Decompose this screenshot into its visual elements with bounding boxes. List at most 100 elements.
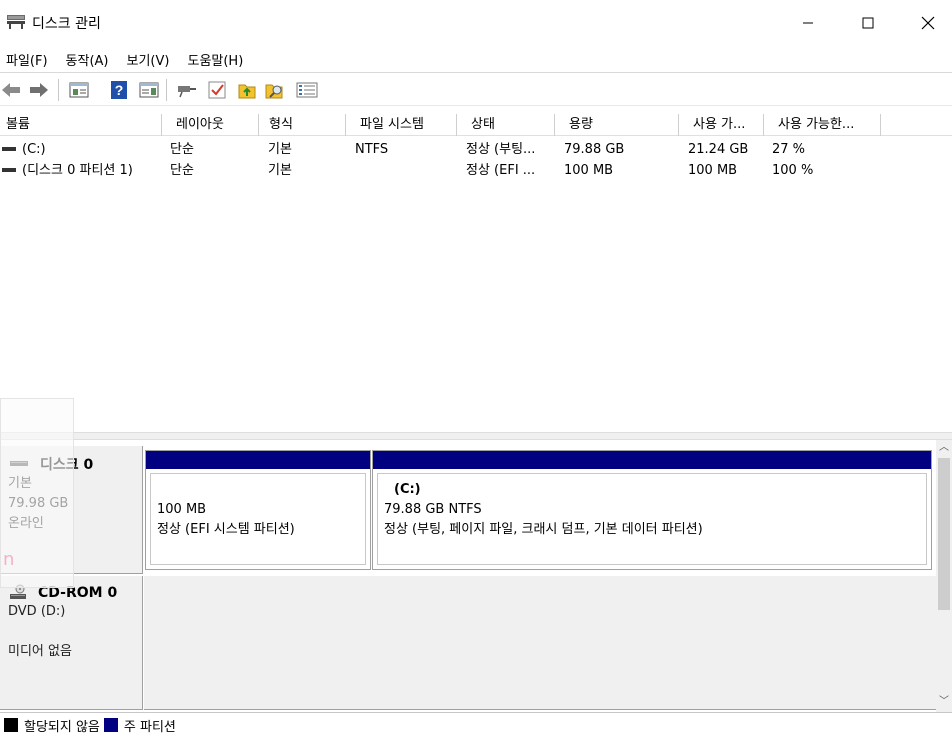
svg-text:?: ? bbox=[115, 82, 124, 98]
column-type[interactable]: 형식 bbox=[259, 114, 346, 136]
column-layout[interactable]: 레이아웃 bbox=[162, 114, 259, 136]
free-space-cell: 21.24 GB bbox=[688, 142, 749, 157]
volume-name: (디스크 0 파티션 1) bbox=[22, 163, 133, 178]
connect-icon bbox=[178, 86, 196, 98]
list-view-button[interactable] bbox=[296, 80, 318, 100]
column-free-space[interactable]: 사용 가... bbox=[679, 114, 764, 136]
export-icon bbox=[238, 84, 256, 99]
menu-view[interactable]: 보기(V) bbox=[127, 50, 170, 69]
volume-list: 볼륨 레이아웃 형식 파일 시스템 상태 용량 사용 가... 사용 가능한..… bbox=[0, 106, 952, 432]
search-button[interactable] bbox=[264, 80, 286, 100]
close-icon bbox=[921, 16, 935, 30]
show-action-pane-button[interactable] bbox=[138, 80, 160, 100]
layout-cell: 단순 bbox=[170, 142, 194, 157]
search-folder-icon bbox=[265, 84, 283, 99]
partition-efi[interactable]: 100 MB 정상 (EFI 시스템 파티션) bbox=[145, 450, 371, 570]
legend-label: 주 파티션 bbox=[123, 719, 176, 735]
ghost-text: n bbox=[3, 549, 15, 570]
export-button[interactable] bbox=[236, 80, 258, 100]
show-console-tree-button[interactable] bbox=[68, 80, 90, 100]
free-space-cell: 100 MB bbox=[688, 163, 738, 178]
menu-file[interactable]: 파일(F) bbox=[6, 50, 48, 69]
toolbar-separator bbox=[166, 79, 167, 101]
list-view-icon bbox=[296, 82, 318, 98]
overlay-remnant: n bbox=[0, 398, 74, 588]
percent-free-cell: 100 % bbox=[772, 163, 814, 178]
properties-panel-icon bbox=[139, 82, 159, 98]
back-button[interactable] bbox=[0, 80, 22, 100]
file-system-cell: NTFS bbox=[355, 142, 389, 157]
back-arrow-icon bbox=[2, 83, 20, 97]
cdrom-0-area[interactable] bbox=[144, 576, 936, 710]
maximize-button[interactable] bbox=[838, 0, 898, 46]
menu-help[interactable]: 도움말(H) bbox=[187, 50, 243, 69]
disk-map-scrollbar[interactable]: ︿ ﹀ bbox=[936, 440, 952, 712]
legend-primary-partition: 주 파티션 bbox=[103, 716, 176, 735]
menu-action[interactable]: 동작(A) bbox=[66, 50, 109, 69]
status-cell: 정상 (부팅... bbox=[466, 142, 536, 157]
window-title: 디스크 관리 bbox=[32, 16, 101, 32]
cdrom-drive: DVD (D:) bbox=[8, 604, 66, 619]
check-icon bbox=[208, 81, 226, 99]
partition-status: 정상 (부팅, 페이지 파일, 크래시 덤프, 기본 데이터 파티션) bbox=[384, 522, 703, 537]
cdrom-0-label[interactable]: CD-ROM 0 DVD (D:) 미디어 없음 bbox=[0, 576, 143, 710]
column-file-system[interactable]: 파일 시스템 bbox=[346, 114, 457, 136]
volume-icon bbox=[2, 167, 16, 172]
connect-button[interactable] bbox=[176, 80, 198, 100]
volume-name: (C:) bbox=[22, 142, 46, 157]
menu-bar: 파일(F) 동작(A) 보기(V) 도움말(H) bbox=[0, 47, 952, 71]
disk-map: 디스크 0 기본 79.98 GB 온라인 100 MB 정상 (EFI 시스템… bbox=[0, 440, 936, 712]
capacity-cell: 100 MB bbox=[564, 163, 614, 178]
primary-partition-bar bbox=[146, 451, 370, 469]
column-capacity[interactable]: 용량 bbox=[555, 114, 679, 136]
percent-free-cell: 27 % bbox=[772, 142, 806, 157]
legend-unallocated: 할당되지 않음 bbox=[4, 716, 100, 735]
partition-c[interactable]: (C:) 79.88 GB NTFS 정상 (부팅, 페이지 파일, 크래시 덤… bbox=[372, 450, 932, 570]
help-button[interactable]: ? bbox=[108, 80, 130, 100]
primary-partition-bar bbox=[373, 451, 931, 469]
forward-button[interactable] bbox=[28, 80, 50, 100]
scroll-down-icon[interactable]: ﹀ bbox=[936, 694, 952, 710]
minimize-icon bbox=[803, 22, 813, 24]
column-volume[interactable]: 볼륨 bbox=[0, 114, 162, 136]
legend-swatch bbox=[4, 718, 18, 732]
volume-name-cell: (디스크 0 파티션 1) bbox=[0, 161, 133, 181]
partition-size: 100 MB bbox=[157, 502, 207, 517]
capacity-cell: 79.88 GB bbox=[564, 142, 625, 157]
partition-c-body: (C:) 79.88 GB NTFS 정상 (부팅, 페이지 파일, 크래시 덤… bbox=[377, 473, 927, 565]
status-cell: 정상 (EFI ... bbox=[466, 163, 536, 178]
toolbar: ? bbox=[0, 72, 952, 106]
check-button[interactable] bbox=[206, 80, 228, 100]
table-row[interactable]: (디스크 0 파티션 1) 단순 기본 정상 (EFI ... 100 MB 1… bbox=[0, 161, 952, 181]
title-bar: 디스크 관리 bbox=[0, 0, 952, 46]
scroll-thumb[interactable] bbox=[938, 458, 950, 610]
maximize-icon bbox=[862, 17, 874, 29]
column-status[interactable]: 상태 bbox=[457, 114, 555, 136]
forward-arrow-icon bbox=[30, 83, 48, 97]
pane-splitter[interactable] bbox=[0, 432, 952, 440]
volume-name-cell: (C:) bbox=[0, 140, 46, 160]
table-row[interactable]: (C:) 단순 기본 NTFS 정상 (부팅... 79.88 GB 21.24… bbox=[0, 140, 952, 160]
partition-legend: 할당되지 않음 주 파티션 bbox=[0, 712, 952, 737]
close-button[interactable] bbox=[898, 0, 952, 46]
minimize-button[interactable] bbox=[778, 0, 838, 46]
help-icon: ? bbox=[111, 81, 127, 99]
volume-icon bbox=[2, 146, 16, 151]
toolbar-separator bbox=[58, 79, 59, 101]
partition-status: 정상 (EFI 시스템 파티션) bbox=[157, 522, 295, 537]
partition-name: (C:) bbox=[394, 482, 421, 497]
partition-efi-body: 100 MB 정상 (EFI 시스템 파티션) bbox=[150, 473, 366, 565]
column-percent-free[interactable]: 사용 가능한... bbox=[764, 114, 881, 136]
legend-swatch bbox=[103, 718, 118, 732]
type-cell: 기본 bbox=[268, 163, 292, 178]
legend-label: 할당되지 않음 bbox=[24, 719, 100, 735]
type-cell: 기본 bbox=[268, 142, 292, 157]
partition-size: 79.88 GB NTFS bbox=[384, 502, 482, 517]
cdrom-status: 미디어 없음 bbox=[8, 644, 72, 659]
scroll-up-icon[interactable]: ︿ bbox=[936, 440, 952, 456]
disk-management-window: 디스크 관리 파일(F) 동작(A) 보기(V) 도움말(H) ? 볼륨 레이아… bbox=[0, 0, 952, 737]
console-tree-icon bbox=[69, 82, 89, 98]
volume-list-header: 볼륨 레이아웃 형식 파일 시스템 상태 용량 사용 가... 사용 가능한..… bbox=[0, 114, 952, 136]
layout-cell: 단순 bbox=[170, 163, 194, 178]
